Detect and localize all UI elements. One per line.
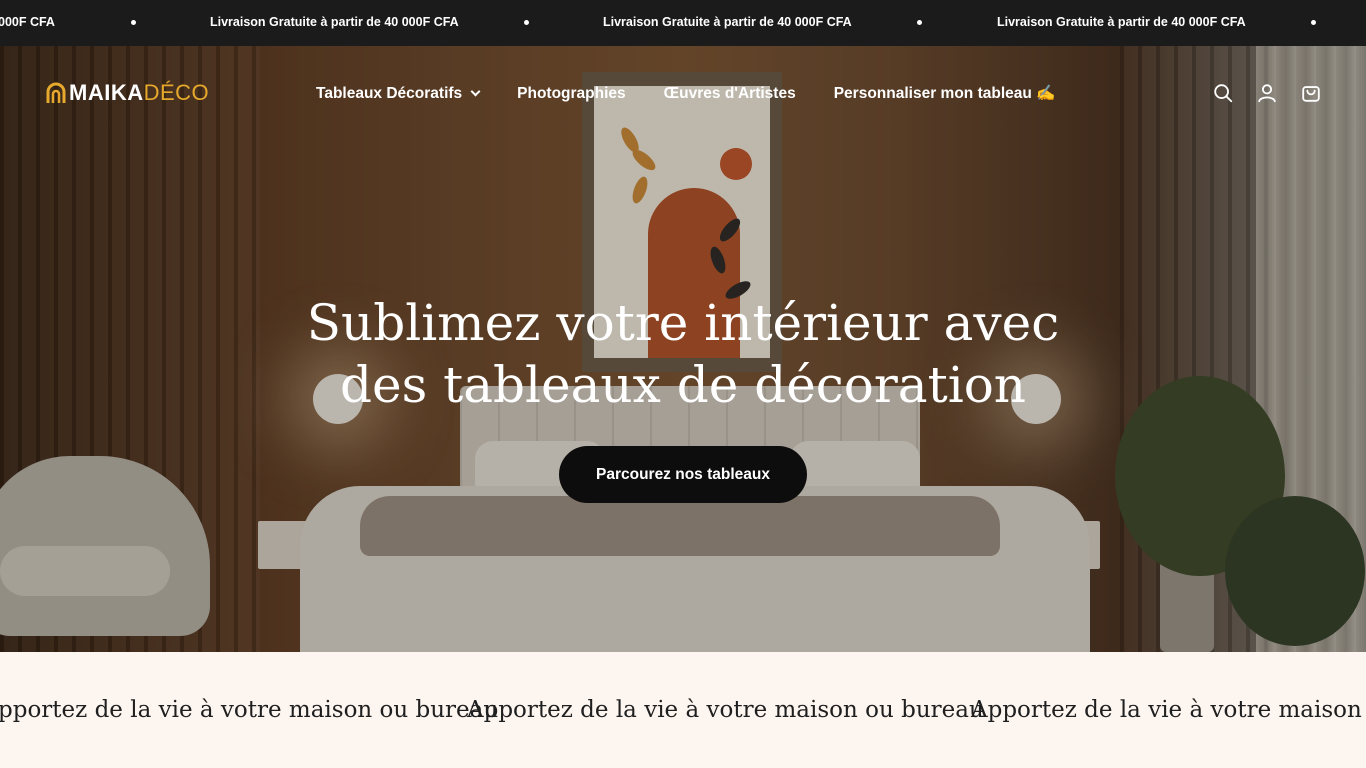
hero-title: Sublimez votre intérieur avec des tablea… [233,292,1133,416]
hero-title-line-2: des tableaux de décoration [339,356,1027,414]
site-header: MAIKA DÉCO Tableaux Décoratifs Photograp… [0,46,1366,142]
browse-paintings-button[interactable]: Parcourez nos tableaux [559,446,807,503]
announcement-track: 000F CFA Livraison Gratuite à partir de … [0,0,1366,46]
nav-item-oeuvres-artistes[interactable]: Œuvres d'Artistes [664,85,796,103]
marquee-text: Apportez de la vie à votre maison ou bur… [971,697,1366,723]
separator-dot [524,20,529,25]
logo-text-primary: MAIKA [69,80,144,105]
announcement-bar: 000F CFA Livraison Gratuite à partir de … [0,0,1366,46]
announcement-message: 000F CFA [0,15,55,29]
tagline-marquee: pportez de la vie à votre maison ou bure… [0,652,1366,768]
nav-item-tableaux-decoratifs[interactable]: Tableaux Décoratifs [316,84,481,103]
logo-text-secondary: DÉCO [143,80,210,105]
nav-item-label: Tableaux Décoratifs [316,84,463,102]
account-icon[interactable] [1256,82,1278,104]
announcement-message: Livraison Gratuite à partir de 40 000F C… [997,15,1246,29]
cart-icon[interactable] [1300,82,1322,104]
logo[interactable]: MAIKA DÉCO [46,80,209,106]
nav-item-personnaliser[interactable]: Personnaliser mon tableau ✍️ [834,84,1056,103]
announcement-message: Livraison Gratuite à partir de 40 000F C… [210,15,459,29]
main-nav: Tableaux Décoratifs Photographies Œuvres… [316,84,1055,103]
separator-dot [917,20,922,25]
chevron-down-icon [470,86,481,97]
marquee-text: Apportez de la vie à votre maison ou bur… [467,697,984,723]
nav-item-photographies[interactable]: Photographies [517,85,626,103]
marquee-text: pportez de la vie à votre maison ou bure… [0,697,499,723]
header-actions [1212,82,1344,104]
separator-dot [131,20,136,25]
search-icon[interactable] [1212,82,1234,104]
hero-title-line-1: Sublimez votre intérieur avec [306,294,1060,352]
announcement-message: Livraison Gratuite à partir de 40 000F C… [603,15,852,29]
separator-dot [1311,20,1316,25]
logo-arch-icon [46,82,66,104]
